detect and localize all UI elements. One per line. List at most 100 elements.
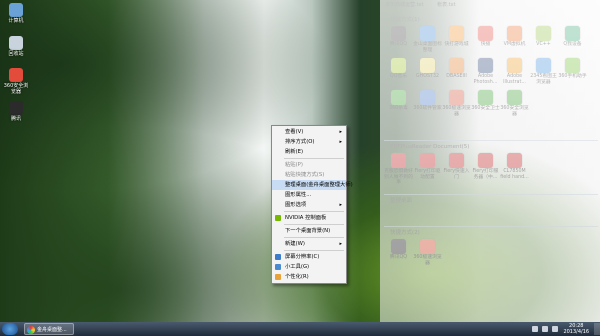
shortcut-label: Fiery打印服务器（中... [472, 169, 499, 180]
menu-item-icon [275, 264, 281, 270]
shortcut-label: QQ音乐 [389, 74, 408, 79]
fence-shortcut[interactable]: 360软件管家 [413, 89, 442, 117]
context-menu-item[interactable]: 新建(W) ▸ [272, 239, 346, 249]
volume-icon[interactable] [541, 326, 548, 332]
fence-shortcut[interactable]: GHOST32 [413, 57, 442, 85]
menu-item-label: 图形选项 [285, 202, 307, 208]
fence-shortcut[interactable]: Adobe Illustrat... [500, 57, 529, 85]
fence-shortcut[interactable]: 360安全浏览器 [500, 89, 529, 117]
menu-item-label: 屏幕分辨率(C) [285, 254, 320, 260]
menu-item-icon [275, 215, 281, 221]
shortcut-icon [565, 26, 580, 41]
context-menu-item[interactable]: 图形选项 ▸ [272, 200, 346, 210]
fence-shortcut[interactable]: VM虚拟机 [500, 25, 529, 53]
shortcut-label: VC++ [536, 42, 551, 47]
fence-shortcut[interactable]: VC++ [529, 25, 558, 53]
desktop-icon-label: 腾讯 [10, 116, 21, 122]
shortcut-icon [565, 58, 580, 73]
show-desktop-button[interactable] [594, 323, 600, 335]
fence-shortcut[interactable]: DBASEIII [442, 57, 471, 85]
fence-shortcut[interactable]: 金山桌面图标整理 [413, 25, 442, 53]
shortcut-icon [449, 153, 464, 168]
shortcut-label: Fiery打印驱动配置 [414, 169, 441, 180]
context-menu-item[interactable]: 小工具(G) [272, 262, 346, 272]
app-icon [9, 68, 23, 82]
fence-shortcut[interactable]: 2345看图王浏览器 [529, 57, 558, 85]
context-menu-item[interactable]: NVIDIA 控制面板 [272, 213, 346, 223]
fence-shortcut[interactable]: 360手机助手 [558, 57, 587, 85]
context-menu-item[interactable]: 屏幕分辨率(C) [272, 252, 346, 262]
fence-title[interactable]: 快捷方式(1) [384, 15, 598, 25]
fence-shortcut[interactable]: 腾讯QQ [384, 25, 413, 53]
fence-mid-label[interactable]: 整理桌面 [390, 196, 412, 204]
shortcut-icon [536, 26, 551, 41]
context-menu-item[interactable]: 刷新(E) [272, 147, 346, 157]
menu-item-label: 图形属性... [285, 192, 312, 198]
submenu-arrow-icon: ▸ [339, 202, 342, 208]
desktop-icon[interactable]: 计算机 [2, 3, 30, 24]
context-menu-item: 粘贴(P) [272, 160, 346, 170]
menu-separator [284, 158, 344, 159]
fence-title[interactable]: PDFPlusReader Document(5) [384, 142, 598, 152]
clock[interactable]: 20:28 2013/4/16 [560, 323, 592, 335]
desktop-icon[interactable]: 360安全浏览器 [2, 68, 30, 95]
fence-shortcut[interactable]: 腾讯QQ [384, 238, 413, 266]
context-menu: 查看(V) ▸ 排序方式(O) ▸ 刷新(E) 粘贴(P) 粘贴快捷方式(S) 整理桌面(金舟… [271, 125, 353, 284]
context-menu-item[interactable]: 图形属性... [272, 190, 346, 200]
shortcut-label: 360杀毒 [389, 106, 408, 111]
fence-shortcut[interactable]: Fiery快速入门 [442, 152, 471, 186]
menu-item-label: 粘贴快捷方式(S) [285, 172, 325, 178]
submenu-arrow-icon: ▸ [339, 139, 342, 145]
menu-separator [284, 211, 344, 212]
menu-item-label: 查看(V) [285, 129, 304, 135]
taskbar-app-button[interactable]: 金舟桌面整... [24, 323, 74, 335]
shortcut-label: GHOST32 [415, 74, 440, 79]
menu-item-icon [275, 254, 281, 260]
shortcut-icon [507, 58, 522, 73]
submenu-arrow-icon: ▸ [339, 241, 342, 247]
fence-shortcut[interactable]: 360安全卫士 [471, 89, 500, 117]
fence-shortcut[interactable]: 360杀毒 [384, 89, 413, 117]
fence-shortcut[interactable]: 快打游戏城 [442, 25, 471, 53]
flag-icon[interactable] [551, 326, 558, 332]
fence-shortcut[interactable]: 快播 [471, 25, 500, 53]
shortcut-label: Adobe Photosh... [473, 74, 498, 85]
shortcut-icon [478, 90, 493, 105]
shortcut-icon [449, 58, 464, 73]
context-menu-item[interactable]: 整理桌面(金舟桌面整理大师) [272, 180, 353, 190]
network-icon[interactable] [531, 326, 538, 332]
fence-shortcut[interactable]: QQ音乐 [384, 57, 413, 85]
fence-shortcut[interactable]: 克服恐惧做好别人做不到的事 [384, 152, 413, 186]
menu-separator [284, 250, 344, 251]
shortcut-label: 360极速浏览器 [442, 106, 471, 117]
shortcut-icon [420, 239, 435, 254]
fence-shortcut[interactable]: Q我设备 [558, 25, 587, 53]
fence-shortcut[interactable]: Fiery打印驱动配置 [413, 152, 442, 186]
desktop-icon[interactable]: 回收站 [2, 36, 30, 57]
context-menu-item[interactable]: 个性化(R) [272, 272, 346, 282]
fence-group: 快捷方式(1) 腾讯QQ 金山桌面图标整理 快打游戏城 快播 VM虚拟机 VC++ Q我设备 Q… [384, 15, 598, 121]
fence-shortcut[interactable]: CL7850M field hand... [500, 152, 529, 186]
fence-group: 快捷方式(2) 腾讯QQ 360极速浏览器 [384, 228, 598, 270]
shortcut-icon [507, 90, 522, 105]
file-item[interactable]: 帐表.txt [437, 2, 455, 8]
shortcut-icon [391, 90, 406, 105]
context-menu-item[interactable]: 下一个桌面背景(N) [272, 226, 346, 236]
context-menu-item[interactable]: 排序方式(O) ▸ [272, 137, 346, 147]
fence-shortcut[interactable]: Adobe Photosh... [471, 57, 500, 85]
menu-item-label: 小工具(G) [285, 264, 310, 270]
desktop[interactable]: 计算机回收站 360安全浏览器腾讯 卓尔商城运营.txt 帐表.txt 快捷方式(… [0, 0, 600, 322]
context-menu-item[interactable]: 查看(V) ▸ [272, 127, 346, 137]
start-button[interactable] [2, 323, 18, 335]
desktop-icon[interactable]: 腾讯 [2, 101, 30, 122]
fence-shortcut[interactable]: 360极速浏览器 [413, 238, 442, 266]
shortcut-label: 360极速浏览器 [413, 255, 442, 266]
submenu-arrow-icon: ▸ [339, 129, 342, 135]
shortcut-icon [391, 153, 406, 168]
shortcut-label: 快打游戏城 [444, 42, 469, 47]
shortcut-icon [420, 153, 435, 168]
fence-shortcut[interactable]: Fiery打印服务器（中... [471, 152, 500, 186]
fence-shortcut[interactable]: 360极速浏览器 [442, 89, 471, 117]
fence-title[interactable]: 快捷方式(2) [384, 228, 598, 238]
file-item[interactable]: 卓尔商城运营.txt [385, 2, 423, 8]
